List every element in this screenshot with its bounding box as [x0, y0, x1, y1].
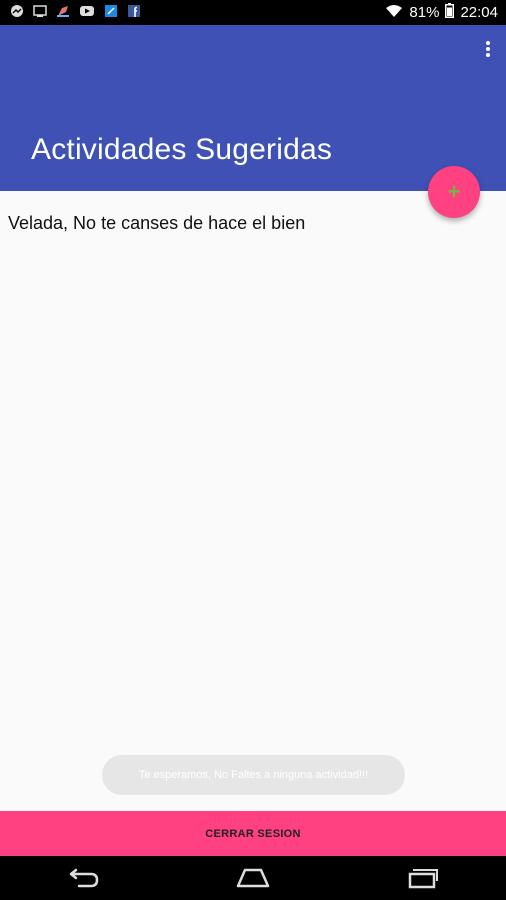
status-indicators: 81% 22:04 [385, 0, 498, 25]
toast-text: Te esperamos, No Faltes a ninguna activi… [138, 769, 369, 781]
list-item[interactable]: Velada, No te canses de hace el bien [0, 191, 506, 233]
app-bar: Actividades Sugeridas [0, 25, 506, 191]
paint-icon [56, 4, 70, 22]
notification-icons [0, 4, 141, 22]
page-title: Actividades Sugeridas [31, 133, 333, 166]
home-icon[interactable] [233, 863, 273, 893]
status-bar: 81% 22:04 [0, 0, 506, 25]
battery-icon [445, 3, 455, 22]
screen-icon [33, 4, 47, 22]
app-icon [104, 4, 118, 22]
wifi-icon [385, 4, 403, 22]
messenger-icon [10, 4, 24, 22]
logout-button[interactable]: CERRAR SESION [0, 811, 506, 856]
logout-label: CERRAR SESION [205, 827, 301, 840]
overflow-menu-icon[interactable] [484, 41, 492, 61]
battery-percent: 81% [409, 4, 440, 21]
clock: 22:04 [460, 4, 498, 21]
system-nav-bar [0, 856, 506, 900]
recent-apps-icon[interactable] [402, 863, 442, 893]
facebook-icon [127, 4, 141, 22]
youtube-icon [79, 4, 95, 22]
activity-list: Velada, No te canses de hace el bien [0, 191, 506, 233]
back-icon[interactable] [64, 863, 104, 893]
activity-text: Velada, No te canses de hace el bien [8, 213, 306, 233]
toast-message: Te esperamos, No Faltes a ninguna activi… [102, 755, 405, 795]
